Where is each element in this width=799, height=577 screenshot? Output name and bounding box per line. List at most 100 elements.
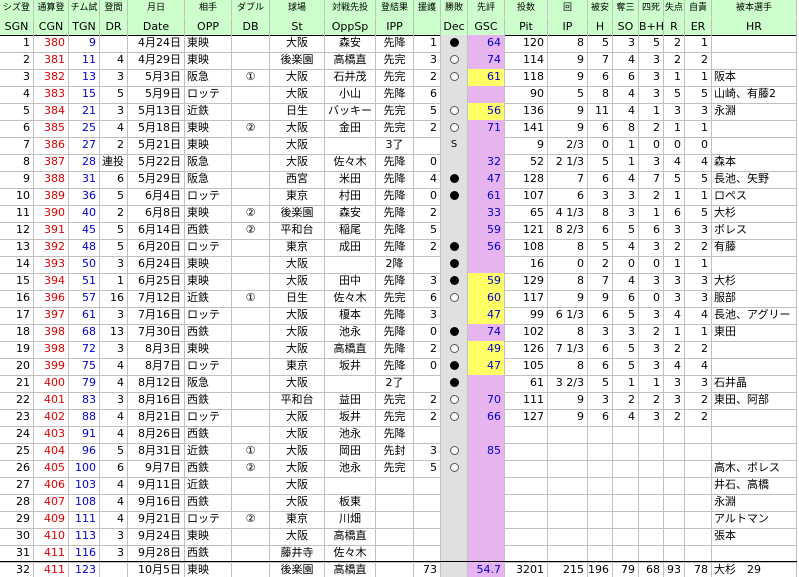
cell-opp[interactable]: 近鉄 (185, 103, 232, 120)
cell-so[interactable]: 3 (613, 205, 639, 222)
cell-sgn[interactable]: 25 (0, 443, 34, 460)
cell-date[interactable]: 4月29日 (128, 52, 185, 69)
cell-db[interactable] (232, 528, 270, 545)
cell-er[interactable]: 2 (685, 392, 712, 409)
cell-db[interactable] (232, 426, 270, 443)
cell-sup[interactable]: 2 (414, 409, 441, 426)
cell-dec[interactable] (441, 52, 468, 69)
cell-oppsp[interactable]: 村田 (325, 188, 376, 205)
cell-date[interactable]: 5月18日 (128, 120, 185, 137)
cell-oppsp[interactable]: 高橋直 (325, 528, 376, 545)
cell-r[interactable]: 2 (664, 239, 685, 256)
cell-dec[interactable] (441, 205, 468, 222)
cell-sgn[interactable]: 20 (0, 358, 34, 375)
cell-st[interactable]: 東京 (270, 511, 325, 528)
cell-bh[interactable] (639, 426, 664, 443)
cell-db[interactable] (232, 137, 270, 154)
cell-so[interactable]: 3 (613, 324, 639, 341)
cell-sgn[interactable]: 24 (0, 426, 34, 443)
cell-oppsp[interactable]: 坂井 (325, 358, 376, 375)
cell-sgn[interactable]: 8 (0, 154, 34, 171)
cell-opp[interactable]: 東映 (185, 273, 232, 290)
cell-pit[interactable] (505, 460, 548, 477)
cell-sup[interactable] (414, 256, 441, 273)
cell-dr[interactable]: 3 (100, 341, 128, 358)
cell-r[interactable]: 3 (664, 222, 685, 239)
cell-st[interactable]: 大阪 (270, 273, 325, 290)
cell-dec[interactable] (441, 477, 468, 494)
cell-hr[interactable]: 大杉 (712, 273, 797, 290)
cell-bh[interactable]: 3 (639, 307, 664, 324)
cell-st[interactable]: 大阪 (270, 341, 325, 358)
cell-bh[interactable] (639, 477, 664, 494)
cell-pit[interactable] (505, 477, 548, 494)
cell-dec[interactable] (441, 222, 468, 239)
cell-tgn[interactable]: 72 (69, 341, 100, 358)
cell-r[interactable]: 2 (664, 341, 685, 358)
cell-er[interactable] (685, 528, 712, 545)
cell-cgn[interactable]: 383 (34, 86, 69, 103)
cell-ip[interactable]: 7 1/3 (548, 341, 588, 358)
cell-hr[interactable]: 高木、ボレス (712, 460, 797, 477)
cell-so[interactable]: 4 (613, 103, 639, 120)
cell-opp[interactable]: 西鉄 (185, 426, 232, 443)
cell-st[interactable]: 東京 (270, 188, 325, 205)
cell-ip[interactable]: 8 (548, 35, 588, 52)
cell-hr[interactable]: 阪本 (712, 69, 797, 86)
cell-bh[interactable]: 3 (639, 239, 664, 256)
cell-date[interactable]: 8月21日 (128, 409, 185, 426)
cell-dec[interactable] (441, 545, 468, 562)
cell-ip[interactable] (548, 494, 588, 511)
cell-ip[interactable]: 9 (548, 392, 588, 409)
cell-hr[interactable] (712, 120, 797, 137)
cell-r[interactable]: 3 (664, 103, 685, 120)
cell-ip[interactable]: 9 (548, 52, 588, 69)
cell-h[interactable] (588, 511, 613, 528)
total-dr[interactable] (100, 562, 128, 577)
cell-ip[interactable] (548, 511, 588, 528)
cell-st[interactable]: 東京 (270, 239, 325, 256)
cell-r[interactable] (664, 426, 685, 443)
cell-ipp[interactable]: 先降 (376, 426, 414, 443)
cell-cgn[interactable]: 381 (34, 52, 69, 69)
cell-h[interactable]: 2 (588, 256, 613, 273)
cell-st[interactable]: 大阪 (270, 375, 325, 392)
cell-so[interactable] (613, 477, 639, 494)
cell-r[interactable]: 2 (664, 35, 685, 52)
cell-hr[interactable]: 永淵 (712, 494, 797, 511)
cell-r[interactable]: 3 (664, 392, 685, 409)
cell-sgn[interactable]: 14 (0, 256, 34, 273)
cell-sup[interactable] (414, 528, 441, 545)
cell-bh[interactable]: 0 (639, 256, 664, 273)
cell-oppsp[interactable]: 榎本 (325, 307, 376, 324)
cell-st[interactable]: 日生 (270, 290, 325, 307)
cell-cgn[interactable]: 410 (34, 528, 69, 545)
cell-opp[interactable]: 東映 (185, 35, 232, 52)
total-pit[interactable]: 3201 (505, 562, 548, 577)
cell-ip[interactable]: 5 (548, 86, 588, 103)
cell-cgn[interactable]: 388 (34, 171, 69, 188)
cell-ip[interactable]: 2 1/3 (548, 154, 588, 171)
cell-ipp[interactable]: 先完 (376, 69, 414, 86)
cell-tgn[interactable]: 61 (69, 307, 100, 324)
cell-pit[interactable]: 118 (505, 69, 548, 86)
cell-tgn[interactable]: 111 (69, 511, 100, 528)
cell-sgn[interactable]: 11 (0, 205, 34, 222)
cell-bh[interactable]: 2 (639, 120, 664, 137)
cell-ipp[interactable]: 先降 (376, 341, 414, 358)
cell-sup[interactable]: 2 (414, 392, 441, 409)
cell-date[interactable]: 9月11日 (128, 477, 185, 494)
cell-date[interactable]: 8月12日 (128, 375, 185, 392)
total-gsc[interactable]: 54.7 (468, 562, 505, 577)
cell-tgn[interactable]: 57 (69, 290, 100, 307)
cell-pit[interactable]: 120 (505, 35, 548, 52)
cell-so[interactable]: 3 (613, 188, 639, 205)
cell-st[interactable]: 大阪 (270, 69, 325, 86)
cell-sup[interactable]: 3 (414, 52, 441, 69)
cell-dec[interactable] (441, 375, 468, 392)
cell-ipp[interactable]: 2了 (376, 375, 414, 392)
cell-h[interactable]: 3 (588, 188, 613, 205)
cell-date[interactable]: 6月24日 (128, 256, 185, 273)
cell-tgn[interactable]: 96 (69, 443, 100, 460)
cell-h[interactable]: 5 (588, 154, 613, 171)
